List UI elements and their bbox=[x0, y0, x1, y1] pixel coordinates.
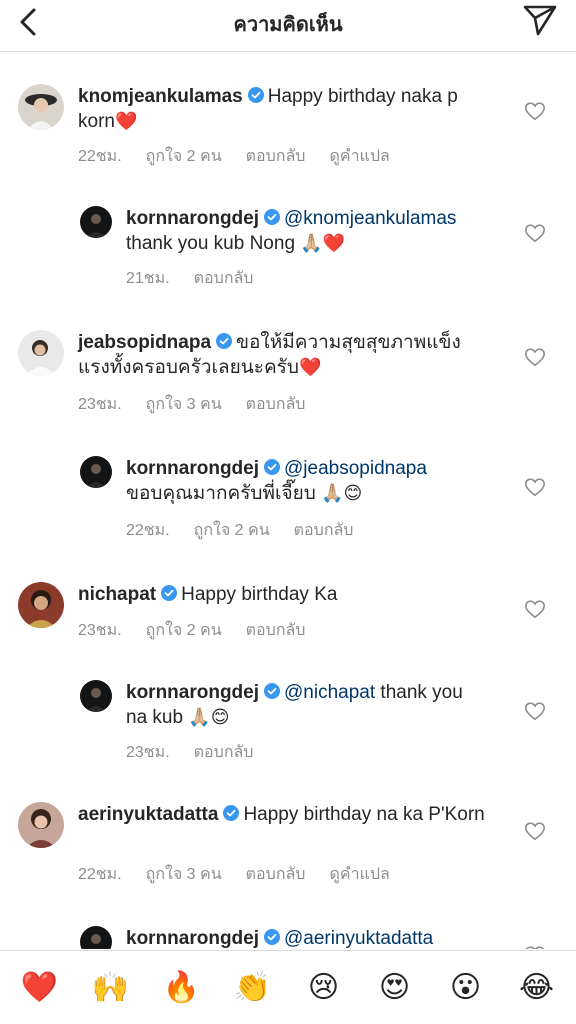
reaction-fire-button[interactable]: 🔥 bbox=[160, 966, 204, 1010]
translate-button[interactable]: ดูคำแปล bbox=[329, 862, 389, 887]
paper-plane-icon bbox=[523, 5, 557, 36]
comment-text: thank you kub Nong bbox=[126, 233, 296, 254]
comment-time: 22ชม. bbox=[78, 148, 122, 165]
like-heart-icon[interactable] bbox=[524, 100, 546, 122]
comment-time: 23ชม. bbox=[78, 396, 122, 413]
verified-badge-icon bbox=[223, 805, 240, 821]
comment-time: 22ชม. bbox=[126, 522, 170, 539]
likes-count[interactable]: ถูกใจ 3 คน bbox=[146, 862, 222, 887]
reply-button[interactable]: ตอบกลับ bbox=[246, 392, 306, 417]
comment-meta: 21ชม. ตอบกลับ bbox=[126, 266, 253, 291]
comment-username[interactable]: aerinyuktadatta bbox=[78, 804, 218, 825]
avatar[interactable] bbox=[18, 582, 64, 628]
comment-emoji: ❤️ bbox=[114, 111, 138, 132]
translate-button[interactable]: ดูคำแปล bbox=[329, 144, 389, 169]
comment-username[interactable]: kornnarongdej bbox=[126, 458, 259, 479]
reaction-surprised-button[interactable]: 😮 bbox=[444, 966, 488, 1010]
reaction-crying-button[interactable]: 😢 bbox=[302, 966, 346, 1010]
mention-link[interactable]: @knomjeankulamas bbox=[284, 208, 456, 229]
comment-meta: 22ชม. ถูกใจ 3 คน ตอบกลับ ดูคำแปล bbox=[78, 862, 390, 887]
like-heart-icon[interactable] bbox=[524, 944, 546, 949]
comment-username[interactable]: nichapat bbox=[78, 584, 156, 605]
comment-username[interactable]: knomjeankulamas bbox=[78, 86, 243, 107]
reply-button[interactable]: ตอบกลับ bbox=[246, 862, 306, 887]
comment-text: Happy birthday na ka P'Korn bbox=[243, 804, 485, 825]
avatar[interactable] bbox=[80, 926, 112, 949]
verified-badge-icon bbox=[216, 333, 233, 349]
comment-username[interactable]: kornnarongdej bbox=[126, 682, 259, 703]
comment-meta: 23ชม. ถูกใจ 3 คน ตอบกลับ bbox=[78, 392, 305, 417]
comment-time: 22ชม. bbox=[78, 866, 122, 883]
page-title: ความคิดเห็น bbox=[233, 14, 343, 36]
avatar[interactable] bbox=[80, 456, 112, 488]
verified-badge-icon bbox=[264, 683, 281, 699]
comment-emoji: 🙏🏼😊 bbox=[321, 483, 363, 504]
reply-button[interactable]: ตอบกลับ bbox=[246, 144, 306, 169]
comment-username[interactable]: jeabsopidnapa bbox=[78, 332, 211, 353]
mention-link[interactable]: @aerinyuktadatta bbox=[284, 928, 433, 949]
verified-badge-icon bbox=[161, 585, 178, 601]
comment-username[interactable]: kornnarongdej bbox=[126, 928, 259, 949]
mention-link[interactable]: @nichapat bbox=[284, 682, 375, 703]
comment-text: ขอบคุณมากครับพี่เจี๊ยบ bbox=[126, 483, 316, 504]
comment-meta: 23ชม. ตอบกลับ bbox=[126, 740, 253, 765]
verified-badge-icon bbox=[264, 459, 281, 475]
comment-emoji: 🙏🏼😊 bbox=[188, 707, 230, 728]
reaction-heart-button[interactable]: ❤️ bbox=[18, 966, 62, 1010]
comment-meta: 23ชม. ถูกใจ 2 คน ตอบกลับ bbox=[78, 618, 305, 643]
avatar[interactable] bbox=[18, 330, 64, 376]
comment-list[interactable]: knomjeankulamas Happy birthday naka p kor… bbox=[0, 52, 576, 949]
verified-badge-icon bbox=[264, 209, 281, 225]
mention-link[interactable]: @jeabsopidnapa bbox=[284, 458, 427, 479]
avatar[interactable] bbox=[18, 84, 64, 130]
like-heart-icon[interactable] bbox=[524, 222, 546, 244]
comment-emoji: 🙏🏼❤️ bbox=[300, 233, 346, 254]
like-heart-icon[interactable] bbox=[524, 598, 546, 620]
like-heart-icon[interactable] bbox=[524, 346, 546, 368]
reply-button[interactable]: ตอบกลับ bbox=[194, 266, 254, 291]
comment-emoji: ❤️ bbox=[298, 357, 322, 378]
reply-button[interactable]: ตอบกลับ bbox=[294, 518, 354, 543]
comment-time: 23ชม. bbox=[78, 622, 122, 639]
avatar[interactable] bbox=[80, 206, 112, 238]
quick-reactions-bar: ❤️ 🙌 🔥 👏 😢 😍 😮 😂 bbox=[0, 950, 576, 1024]
comment-meta: 22ชม. ถูกใจ 2 คน ตอบกลับ bbox=[126, 518, 353, 543]
comment-time: 21ชม. bbox=[126, 270, 170, 287]
share-button[interactable] bbox=[520, 2, 560, 38]
verified-badge-icon bbox=[264, 929, 281, 945]
likes-count[interactable]: ถูกใจ 2 คน bbox=[194, 518, 270, 543]
likes-count[interactable]: ถูกใจ 3 คน bbox=[146, 392, 222, 417]
reaction-laughing-button[interactable]: 😂 bbox=[515, 966, 559, 1010]
comment-username[interactable]: kornnarongdej bbox=[126, 208, 259, 229]
reaction-clap-button[interactable]: 👏 bbox=[231, 966, 275, 1010]
likes-count[interactable]: ถูกใจ 2 คน bbox=[146, 618, 222, 643]
avatar[interactable] bbox=[80, 680, 112, 712]
reply-button[interactable]: ตอบกลับ bbox=[246, 618, 306, 643]
like-heart-icon[interactable] bbox=[524, 820, 546, 842]
verified-badge-icon bbox=[247, 87, 264, 103]
reply-button[interactable]: ตอบกลับ bbox=[194, 740, 254, 765]
avatar[interactable] bbox=[18, 802, 64, 848]
reaction-heart-eyes-button[interactable]: 😍 bbox=[373, 966, 417, 1010]
comment-time: 23ชม. bbox=[126, 744, 170, 761]
like-heart-icon[interactable] bbox=[524, 476, 546, 498]
reaction-raised-hands-button[interactable]: 🙌 bbox=[89, 966, 133, 1010]
comment-meta: 22ชม. ถูกใจ 2 คน ตอบกลับ ดูคำแปล bbox=[78, 144, 390, 169]
likes-count[interactable]: ถูกใจ 2 คน bbox=[146, 144, 222, 169]
comment-text: Happy birthday Ka bbox=[181, 584, 338, 605]
header-bar: ความคิดเห็น bbox=[0, 0, 576, 52]
like-heart-icon[interactable] bbox=[524, 700, 546, 722]
